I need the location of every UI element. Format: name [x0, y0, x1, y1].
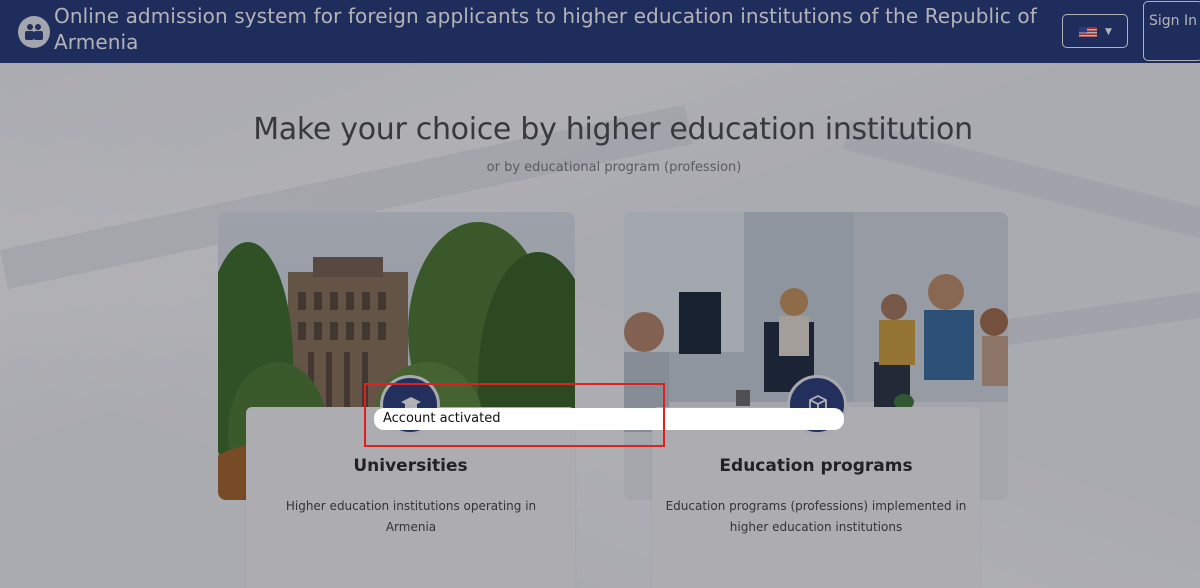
universities-card-title[interactable]: Universities: [246, 456, 575, 476]
education-programs-card-title[interactable]: Education programs: [652, 456, 980, 476]
people-icon: [25, 24, 43, 40]
us-flag-icon: [1079, 27, 1097, 37]
caret-down-icon: ▼: [1105, 27, 1112, 37]
page-heading: Make your choice by higher education ins…: [253, 112, 973, 147]
site-title: Online admission system for foreign appl…: [54, 4, 1037, 54]
sign-in-button[interactable]: Sign In: [1143, 1, 1200, 61]
top-navbar: Online admission system for foreign appl…: [0, 0, 1200, 63]
highlight-box: [364, 383, 665, 447]
site-logo[interactable]: [18, 16, 50, 48]
universities-card-description: Higher education institutions operating …: [285, 499, 537, 534]
education-programs-card-description: Education programs (professions) impleme…: [665, 499, 967, 534]
page-subheading: or by educational program (profession): [486, 160, 742, 175]
language-selector[interactable]: ▼: [1062, 14, 1128, 48]
page-background: [0, 0, 1200, 588]
